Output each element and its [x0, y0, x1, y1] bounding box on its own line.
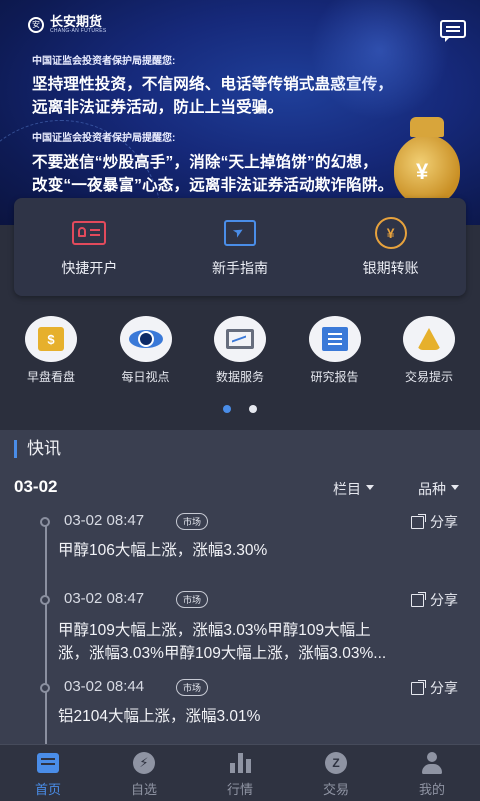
tab-market[interactable]: 行情: [192, 745, 288, 801]
caret-down-icon: [451, 485, 459, 490]
service-label: 早盘看盘: [26, 370, 75, 384]
brand-mark-icon: 安: [28, 16, 44, 33]
services-row: $ 早盘看盘 每日视点 数据服务 研究报告 交易提示: [0, 310, 480, 390]
share-icon: [411, 591, 426, 607]
tab-profile[interactable]: 我的: [384, 745, 480, 801]
news-date: 03-02: [14, 477, 58, 496]
lightning-icon: ⚡: [133, 752, 155, 774]
brand-name: 长安期货: [50, 14, 103, 29]
trade-icon: Z: [325, 752, 347, 774]
bank-transfer-icon: ¥: [374, 217, 407, 249]
share-button[interactable]: 分享: [411, 512, 458, 532]
message-icon[interactable]: [440, 20, 466, 42]
share-label: 分享: [430, 680, 458, 696]
calendar-dollar-icon: $: [38, 327, 64, 351]
id-card-icon: [72, 221, 107, 245]
bottom-tab-bar: 首页 ⚡ 自选 行情 Z 交易 我的: [0, 744, 480, 801]
share-button[interactable]: 分享: [411, 678, 458, 698]
timeline-dot: [40, 683, 50, 693]
tab-label: 交易: [322, 782, 349, 797]
notice-1-heading: 中国证监会投资者保护局提醒您:: [32, 56, 176, 67]
service-daily-view[interactable]: 每日视点: [100, 310, 192, 390]
section-title: 快讯: [14, 440, 61, 458]
tab-label: 行情: [226, 782, 253, 797]
news-time: 03-02 08:47: [64, 512, 145, 529]
timeline-dot: [40, 517, 50, 527]
service-label: 每日视点: [121, 370, 170, 384]
timeline-line: [45, 518, 47, 748]
user-icon: [421, 752, 443, 774]
quick-action-label: 新手指南: [211, 260, 268, 276]
news-tag: 市场: [176, 591, 209, 608]
share-button[interactable]: 分享: [411, 590, 458, 610]
share-icon: [411, 513, 426, 529]
share-icon: [411, 679, 426, 695]
flash-news-section: 快讯 03-02 栏目 品种 03-02 08:47 市场 分享 甲醇106大幅…: [0, 430, 480, 748]
notice-2-heading: 中国证监会投资者保护局提醒您:: [32, 133, 176, 144]
tab-label: 首页: [34, 782, 61, 797]
bell-icon: [417, 328, 441, 350]
carousel-dot[interactable]: [249, 405, 257, 413]
news-text: 涨，涨幅3.03%甲醇109大幅上涨，涨幅3.03%...: [58, 645, 387, 662]
bank-transfer-button[interactable]: ¥ 银期转账: [326, 216, 456, 278]
share-label: 分享: [430, 592, 458, 608]
service-data[interactable]: 数据服务: [194, 310, 286, 390]
money-bag-symbol: ¥: [416, 159, 429, 184]
notice-banner[interactable]: 安 长安期货 CHANG-AN FUTURES 中国证监会投资者保护局提醒您: …: [0, 0, 480, 225]
quick-action-label: 银期转账: [362, 260, 419, 276]
news-text: 甲醇109大幅上涨，涨幅3.03%甲醇109大幅上: [58, 622, 371, 639]
news-text: 铝2104大幅上涨，涨幅3.01%: [58, 708, 261, 725]
brand-subtitle: CHANG-AN FUTURES: [50, 28, 107, 34]
guide-book-icon: [223, 220, 256, 246]
eye-icon: [128, 330, 163, 348]
carousel-indicator: [0, 405, 480, 413]
beginner-guide-button[interactable]: 新手指南: [175, 216, 305, 278]
money-bag-icon: ¥: [394, 117, 460, 205]
tab-trade[interactable]: Z 交易: [288, 745, 384, 801]
service-label: 数据服务: [215, 370, 264, 384]
timeline-dot: [40, 595, 50, 605]
home-icon: [37, 753, 59, 773]
service-morning-market[interactable]: $ 早盘看盘: [5, 310, 97, 390]
tab-home[interactable]: 首页: [0, 745, 96, 801]
notice-1-line-2: 远离非法证券活动，防止上当受骗。: [32, 99, 284, 116]
variety-filter-dropdown[interactable]: 品种: [418, 479, 459, 499]
news-time: 03-02 08:47: [64, 590, 145, 607]
news-tag: 市场: [176, 513, 209, 530]
monitor-chart-icon: [226, 329, 254, 349]
quick-open-account-button[interactable]: 快捷开户: [24, 216, 154, 278]
notice-2-line-1: 不要迷信“炒股高手”，消除“天上掉馅饼”的幻想，: [32, 154, 378, 171]
tab-label: 自选: [130, 782, 157, 797]
tab-label: 我的: [418, 782, 445, 797]
column-filter-dropdown[interactable]: 栏目: [333, 479, 374, 499]
quick-action-label: 快捷开户: [61, 260, 118, 276]
service-research-report[interactable]: 研究报告: [289, 310, 381, 390]
news-tag: 市场: [176, 679, 209, 696]
bar-chart-icon: [229, 753, 251, 773]
service-label: 交易提示: [404, 370, 453, 384]
news-time: 03-02 08:44: [64, 678, 145, 695]
caret-down-icon: [366, 485, 374, 490]
report-icon: [321, 327, 348, 351]
filter-label: 品种: [418, 481, 446, 497]
news-text: 甲醇106大幅上涨，涨幅3.30%: [58, 542, 268, 559]
notice-1-line-1: 坚持理性投资，不信网络、电话等传销式蛊惑宣传，: [32, 76, 394, 93]
brand-logo: 安 长安期货 CHANG-AN FUTURES: [28, 15, 106, 34]
filter-label: 栏目: [333, 481, 361, 497]
quick-actions-card: 快捷开户 新手指南 ¥ 银期转账: [14, 198, 466, 296]
share-label: 分享: [430, 514, 458, 530]
notice-2-line-2: 改变“一夜暴富”心态，远离非法证券活动欺诈陷阱。: [32, 177, 394, 194]
carousel-dot[interactable]: [223, 405, 231, 413]
service-trade-alert[interactable]: 交易提示: [383, 310, 475, 390]
tab-watchlist[interactable]: ⚡ 自选: [96, 745, 192, 801]
service-label: 研究报告: [310, 370, 359, 384]
